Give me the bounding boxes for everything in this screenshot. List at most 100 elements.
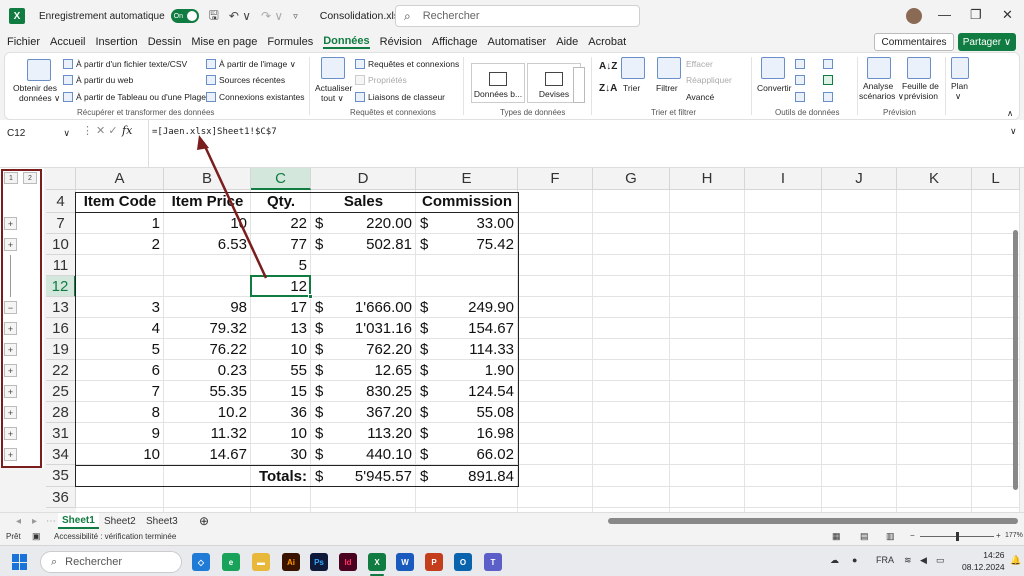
column-header-h[interactable]: H — [670, 168, 745, 190]
column-header-f[interactable]: F — [518, 168, 593, 190]
what-if-dropdown[interactable]: scénarios ∨ — [859, 91, 904, 102]
save-icon[interactable]: 🖫 — [209, 6, 219, 27]
menu-tab-11[interactable]: Acrobat — [588, 36, 626, 48]
menu-tab-6[interactable]: Données — [323, 35, 370, 49]
cell-item-price[interactable]: 11.32 — [164, 423, 251, 444]
cell-qty[interactable]: 17 — [251, 297, 311, 318]
cell-qty[interactable]: 36 — [251, 402, 311, 423]
column-header-e[interactable]: E — [416, 168, 518, 190]
menu-tab-2[interactable]: Insertion — [95, 36, 137, 48]
cell-item-price[interactable]: 14.67 — [164, 444, 251, 465]
cell-qty[interactable]: 5 — [251, 255, 311, 276]
cell-qty[interactable]: 10 — [251, 339, 311, 360]
totals-commission[interactable]: 891.84 — [416, 465, 518, 487]
share-button[interactable]: Partager ∨ — [958, 33, 1016, 51]
customize-toolbar-icon[interactable]: ▿ — [293, 11, 298, 22]
cell-item-code[interactable]: 10 — [76, 444, 164, 465]
from-web-button[interactable]: À partir du web — [63, 75, 133, 85]
collapse-ribbon-icon[interactable]: ∧ — [1007, 108, 1013, 119]
cell-item-price[interactable]: 10.2 — [164, 402, 251, 423]
zoom-in-icon[interactable]: + — [996, 531, 1001, 540]
row-header-35[interactable]: 35 — [46, 465, 76, 487]
chevron-down-icon[interactable]: ∨ — [63, 128, 70, 139]
fill-handle[interactable] — [308, 294, 313, 299]
cell-item-code[interactable]: 6 — [76, 360, 164, 381]
battery-icon[interactable]: ▭ — [936, 555, 945, 566]
column-header-a[interactable]: A — [76, 168, 164, 190]
zoom-level[interactable]: 177% — [1005, 532, 1023, 539]
cell-item-code[interactable]: 2 — [76, 234, 164, 255]
formula-input[interactable]: =[Jaen.xlsx]Sheet1!$C$7 — [152, 127, 277, 137]
totals-label[interactable]: Totals: — [251, 465, 311, 487]
comments-button[interactable]: Commentaires — [874, 33, 954, 51]
from-text-button[interactable]: À partir d'un fichier texte/CSV — [63, 59, 187, 69]
cell-commission[interactable]: 66.02 — [416, 444, 518, 465]
row-header-7[interactable]: 7 — [46, 213, 76, 234]
avatar[interactable] — [906, 8, 922, 24]
prev-sheet-icon[interactable]: ◂ — [12, 513, 25, 529]
macro-record-icon[interactable]: ▣ — [32, 531, 41, 542]
sort-button[interactable]: Trier — [623, 83, 640, 93]
recent-sources-button[interactable]: Sources récentes — [206, 75, 285, 85]
sort-az-icon[interactable]: A↓Z — [599, 61, 617, 72]
column-header-k[interactable]: K — [897, 168, 972, 190]
data-types-scroll[interactable] — [573, 67, 585, 103]
cell-commission[interactable]: 55.08 — [416, 402, 518, 423]
properties-button[interactable]: Propriétés — [355, 75, 407, 85]
column-header-g[interactable]: G — [593, 168, 670, 190]
relationships-icon[interactable] — [823, 75, 833, 85]
menu-tab-3[interactable]: Dessin — [148, 36, 182, 48]
cell-sales[interactable]: 1'031.16 — [311, 318, 416, 339]
select-all-corner[interactable] — [46, 168, 76, 190]
cell-item-price[interactable]: 6.53 — [164, 234, 251, 255]
vertical-scrollbar[interactable] — [1013, 230, 1018, 490]
clock[interactable]: 14:26 08.12.2024 — [962, 549, 1005, 573]
zoom-out-icon[interactable]: − — [910, 531, 915, 540]
cell-item-price[interactable]: 10 — [164, 213, 251, 234]
get-data-dropdown[interactable]: données ∨ — [19, 93, 60, 104]
convert-button[interactable]: Convertir — [757, 83, 791, 93]
teams-icon[interactable]: T — [484, 553, 502, 571]
cell-item-code[interactable]: 3 — [76, 297, 164, 318]
name-box[interactable]: C12 ∨ — [4, 124, 74, 142]
illustrator-icon[interactable]: Ai — [282, 553, 300, 571]
indesign-icon[interactable]: Id — [339, 553, 357, 571]
autosave-toggle[interactable]: On — [170, 9, 199, 23]
column-header-d[interactable]: D — [311, 168, 416, 190]
row-header-25[interactable]: 25 — [46, 381, 76, 402]
cell-qty[interactable]: 77 — [251, 234, 311, 255]
minimize-button[interactable]: — — [938, 7, 951, 22]
windows-start-icon[interactable] — [12, 554, 28, 570]
from-table-button[interactable]: À partir de Tableau ou d'une Plage — [63, 92, 206, 102]
existing-connections-button[interactable]: Connexions existantes — [206, 92, 305, 102]
cell-item-code[interactable]: 1 — [76, 213, 164, 234]
search-input[interactable]: ⌕ Rechercher — [395, 5, 640, 27]
header-cell-sales[interactable]: Sales — [311, 190, 416, 213]
cloud-icon[interactable]: ● — [852, 555, 857, 565]
header-cell-qty[interactable]: Qty. — [251, 190, 311, 213]
advanced-filter-button[interactable]: Avancé — [686, 92, 714, 102]
menu-tab-4[interactable]: Mise en page — [191, 36, 257, 48]
powerpoint-icon[interactable]: P — [425, 553, 443, 571]
sheet-tab-sheet3[interactable]: Sheet3 — [142, 513, 182, 529]
outline-button[interactable]: Plan — [951, 81, 968, 91]
row-header-22[interactable]: 22 — [46, 360, 76, 381]
cell-item-price[interactable]: 76.22 — [164, 339, 251, 360]
filter-button[interactable]: Filtrer — [656, 83, 678, 93]
cell-item-price[interactable]: 98 — [164, 297, 251, 318]
next-sheet-icon[interactable]: ▸ — [28, 513, 41, 529]
language-indicator[interactable]: FRA — [876, 555, 894, 565]
menu-tab-8[interactable]: Affichage — [432, 36, 478, 48]
remove-duplicates-icon[interactable] — [795, 75, 805, 85]
row-header-12[interactable]: 12 — [46, 276, 76, 297]
excel-taskbar-icon[interactable]: X — [368, 553, 386, 571]
cell-item-code[interactable]: 4 — [76, 318, 164, 339]
horizontal-scrollbar[interactable] — [608, 518, 1018, 524]
cell-commission[interactable]: 154.67 — [416, 318, 518, 339]
row-header-10[interactable]: 10 — [46, 234, 76, 255]
menu-tab-0[interactable]: Fichier — [7, 36, 40, 48]
row-header-11[interactable]: 11 — [46, 255, 76, 276]
onedrive-icon[interactable]: ☁ — [830, 555, 839, 566]
cell-sales[interactable]: 113.20 — [311, 423, 416, 444]
taskbar-search-input[interactable]: ⌕ Rechercher — [40, 551, 182, 573]
